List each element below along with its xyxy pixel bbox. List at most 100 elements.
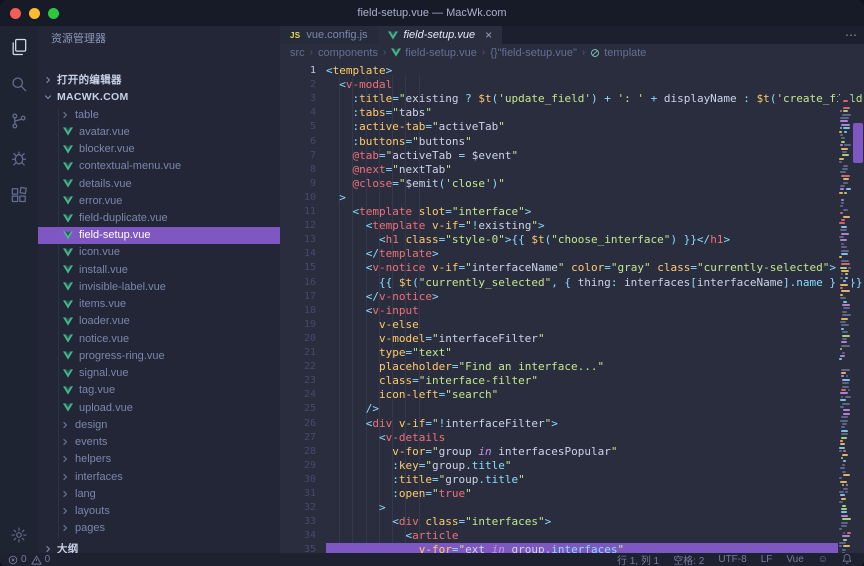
line-number: 6: [280, 135, 316, 149]
code-line[interactable]: @tab="activeTab = $event": [326, 149, 838, 163]
breadcrumb-item[interactable]: {}"field-setup.vue": [490, 47, 577, 59]
code-line[interactable]: <template v-if="!existing">: [326, 219, 838, 233]
tree-item-loader-vue[interactable]: loader.vue: [38, 313, 280, 330]
scrollbar-thumb[interactable]: [853, 123, 863, 163]
outline-label: 大纲: [57, 541, 79, 553]
status-cursor-position[interactable]: 行 1, 列 1: [617, 552, 659, 566]
outline-section[interactable]: 大纲: [38, 540, 280, 553]
tree-item-items-vue[interactable]: items.vue: [38, 296, 280, 313]
status-warning[interactable]: 0: [31, 554, 51, 565]
status-error[interactable]: 0: [8, 554, 27, 565]
code-line[interactable]: :title="existing ? $t('update_field') + …: [326, 92, 838, 106]
code-line[interactable]: :open="true": [326, 487, 838, 501]
minimize-window-button[interactable]: [29, 8, 40, 19]
tab-vue-config-js[interactable]: JSvue.config.js: [280, 26, 378, 44]
feedback-smiley-icon[interactable]: ☺: [818, 554, 828, 565]
minimap[interactable]: [838, 96, 852, 553]
tree-item-blocker-vue[interactable]: blocker.vue: [38, 140, 280, 157]
search-icon[interactable]: [0, 67, 38, 101]
tree-item-layouts[interactable]: layouts: [38, 502, 280, 519]
tree-item-design[interactable]: design: [38, 416, 280, 433]
tree-item-avatar-vue[interactable]: avatar.vue: [38, 123, 280, 140]
breadcrumb-item[interactable]: field-setup.vue: [391, 47, 477, 59]
code-line[interactable]: </template>: [326, 247, 838, 261]
code-line[interactable]: {{ $t("currently_selected", { thing: int…: [326, 276, 838, 290]
code-line[interactable]: </v-notice>: [326, 290, 838, 304]
tree-item-invisible-label-vue[interactable]: invisible-label.vue: [38, 278, 280, 295]
tree-item-error-vue[interactable]: error.vue: [38, 192, 280, 209]
code-editor[interactable]: 1234567891011121314151617181920212223242…: [280, 61, 864, 553]
code-line[interactable]: :title="group.title": [326, 473, 838, 487]
file-tree: tableavatar.vueblocker.vuecontextual-men…: [38, 106, 280, 537]
code-line[interactable]: placeholder="Find an interface...": [326, 360, 838, 374]
code-line[interactable]: @next="nextTab": [326, 163, 838, 177]
code-line[interactable]: :key="group.title": [326, 459, 838, 473]
tree-item-notice-vue[interactable]: notice.vue: [38, 330, 280, 347]
code-line[interactable]: :active-tab="activeTab": [326, 120, 838, 134]
file-name: progress-ring.vue: [79, 350, 165, 362]
code-line[interactable]: @close="$emit('close')": [326, 177, 838, 191]
code-line[interactable]: v-else: [326, 318, 838, 332]
status-eol[interactable]: LF: [761, 554, 773, 565]
tree-item-events[interactable]: events: [38, 433, 280, 450]
tree-item-table[interactable]: table: [38, 106, 280, 123]
minimap-line: [842, 304, 849, 306]
tree-item-upload-vue[interactable]: upload.vue: [38, 399, 280, 416]
tree-item-pages[interactable]: pages: [38, 520, 280, 537]
status-indentation[interactable]: 空格: 2: [673, 552, 704, 566]
status-encoding[interactable]: UTF-8: [718, 554, 746, 565]
project-section[interactable]: MACWK.COM: [38, 88, 280, 105]
code-line[interactable]: <article: [326, 529, 838, 543]
code-line[interactable]: v-for="group in interfacesPopular": [326, 445, 838, 459]
close-window-button[interactable]: [10, 8, 21, 19]
source-control-icon[interactable]: [0, 104, 38, 138]
code-line[interactable]: <div class="interfaces">: [326, 515, 838, 529]
code-line[interactable]: v-model="interfaceFilter": [326, 332, 838, 346]
code-line[interactable]: <h1 class="style-0">{{ $t("choose_interf…: [326, 233, 838, 247]
explorer-icon[interactable]: [0, 30, 38, 64]
more-actions-icon[interactable]: ⋯: [845, 28, 858, 42]
code-line[interactable]: :tabs="tabs": [326, 106, 838, 120]
code-line[interactable]: <v-modal: [326, 78, 838, 92]
code-line[interactable]: icon-left="search": [326, 388, 838, 402]
minimap-line: [840, 267, 847, 269]
tree-item-progress-ring-vue[interactable]: progress-ring.vue: [38, 347, 280, 364]
tab-field-setup-vue[interactable]: field-setup.vue×: [378, 26, 503, 44]
code-line[interactable]: <v-input: [326, 304, 838, 318]
tree-item-interfaces[interactable]: interfaces: [38, 468, 280, 485]
breadcrumb-item[interactable]: template: [590, 47, 646, 59]
close-tab-icon[interactable]: ×: [485, 28, 492, 42]
code-line[interactable]: class="interface-filter": [326, 374, 838, 388]
settings-icon[interactable]: [0, 518, 38, 552]
tree-item-field-setup-vue[interactable]: field-setup.vue: [38, 227, 280, 244]
code-line[interactable]: <v-notice v-if="interfaceName" color="gr…: [326, 261, 838, 275]
debug-icon[interactable]: [0, 141, 38, 175]
tree-item-helpers[interactable]: helpers: [38, 451, 280, 468]
tree-item-signal-vue[interactable]: signal.vue: [38, 365, 280, 382]
breadcrumb-item[interactable]: components: [318, 47, 378, 59]
code-line[interactable]: :buttons="buttons": [326, 135, 838, 149]
tree-item-field-duplicate-vue[interactable]: field-duplicate.vue: [38, 209, 280, 226]
open-editors-section[interactable]: 打开的编辑器: [38, 71, 280, 88]
tree-item-tag-vue[interactable]: tag.vue: [38, 382, 280, 399]
extensions-icon[interactable]: [0, 178, 38, 212]
status-language-mode[interactable]: Vue: [786, 554, 803, 565]
code-line[interactable]: type="text": [326, 346, 838, 360]
tree-item-details-vue[interactable]: details.vue: [38, 175, 280, 192]
editor-scrollbar[interactable]: [852, 96, 864, 553]
line-number: 16: [280, 276, 316, 290]
maximize-window-button[interactable]: [48, 8, 59, 19]
code-line[interactable]: <template>: [326, 64, 838, 78]
notifications-bell-icon[interactable]: [842, 553, 852, 566]
code-line[interactable]: <template slot="interface">: [326, 205, 838, 219]
code-line[interactable]: >: [326, 191, 838, 205]
breadcrumb-item[interactable]: src: [290, 47, 305, 59]
code-line[interactable]: >: [326, 501, 838, 515]
code-line[interactable]: />: [326, 402, 838, 416]
tree-item-install-vue[interactable]: install.vue: [38, 261, 280, 278]
tree-item-icon-vue[interactable]: icon.vue: [38, 244, 280, 261]
code-line[interactable]: <div v-if="!interfaceFilter">: [326, 417, 838, 431]
tree-item-lang[interactable]: lang: [38, 485, 280, 502]
tree-item-contextual-menu-vue[interactable]: contextual-menu.vue: [38, 158, 280, 175]
code-line[interactable]: <v-details: [326, 431, 838, 445]
